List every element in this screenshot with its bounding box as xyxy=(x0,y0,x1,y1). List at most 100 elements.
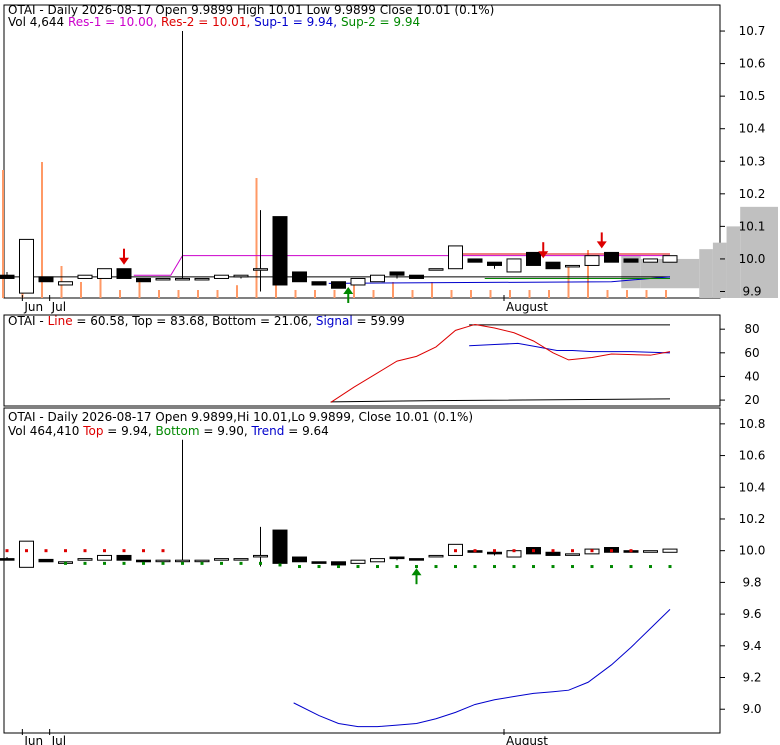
x-tick-label: Jul xyxy=(51,300,66,314)
candle-body xyxy=(0,558,15,561)
candle-body xyxy=(253,268,268,271)
header-segment: Line xyxy=(48,314,73,328)
bottom-dot xyxy=(239,561,243,565)
y-tick-label: 10.0 xyxy=(739,544,766,558)
band-segment xyxy=(712,242,727,298)
candle-body xyxy=(487,551,502,555)
candle-body xyxy=(38,276,54,283)
y-tick-label: 40 xyxy=(744,369,759,383)
header-segment: Trend xyxy=(251,424,285,438)
candle-body xyxy=(214,558,229,561)
candle-body xyxy=(292,271,307,283)
header-segment: Res-2 = 10.01, xyxy=(161,15,254,29)
bottom-dot xyxy=(356,565,360,569)
top-dot xyxy=(103,549,106,553)
candle-body xyxy=(428,268,444,271)
y-tick-label: 10.4 xyxy=(739,122,766,136)
bottom-dot xyxy=(200,561,204,565)
band-segment xyxy=(640,258,700,289)
candle-body xyxy=(545,551,561,556)
bottom-dot xyxy=(376,565,379,569)
candle-body xyxy=(116,554,132,561)
candle-body xyxy=(428,554,444,558)
candle-body xyxy=(311,561,327,564)
header-segment: Vol 464,410 xyxy=(8,424,83,438)
y-tick-label: 9.0 xyxy=(742,702,761,716)
candle-body xyxy=(97,554,112,561)
top-dot xyxy=(590,549,594,553)
candle-body xyxy=(409,558,424,561)
bottom-dot xyxy=(649,565,652,569)
candle-body xyxy=(623,258,639,263)
candle-body xyxy=(19,238,34,294)
candle-body xyxy=(409,274,424,279)
top-dot xyxy=(473,549,477,553)
price-header-levels: Vol 4,644 Res-1 = 10.00, Res-2 = 10.01, … xyxy=(8,15,420,29)
bottom-dot xyxy=(103,561,106,565)
header-segment: = 9.64 xyxy=(284,424,328,438)
y-tick-label: 9.4 xyxy=(742,639,761,653)
candle-body xyxy=(214,274,229,279)
candle-body xyxy=(233,558,249,561)
y-tick-label: 10.2 xyxy=(739,512,766,526)
candle-body xyxy=(350,559,366,564)
top-dot xyxy=(25,549,28,553)
candle-body xyxy=(643,258,658,263)
candle-body xyxy=(467,258,483,263)
candle-body xyxy=(526,251,541,266)
bottom-dot xyxy=(610,565,613,569)
candle-body xyxy=(311,281,327,286)
y-tick-label: 10.6 xyxy=(739,57,766,71)
header-segment: Vol 4,644 xyxy=(8,15,68,29)
bottom-dot xyxy=(259,561,262,565)
top-dot xyxy=(610,549,613,553)
top-dot xyxy=(83,549,87,553)
candle-body xyxy=(370,558,385,563)
candle-body xyxy=(136,559,151,563)
trend-y-axis: 10.8 10.6 10.4 10.2 10.0 9.8 9.6 9.4 9.2 9.0 xyxy=(720,417,765,716)
candle-body xyxy=(19,540,34,568)
y-tick-label: 9.8 xyxy=(742,575,761,589)
bottom-dot xyxy=(122,561,126,565)
x-tick-label: August xyxy=(506,300,548,314)
header-segment: = 59.99 xyxy=(353,314,405,328)
y-tick-label: 10.7 xyxy=(739,24,766,38)
header-segment: Signal xyxy=(316,314,353,328)
candle-body xyxy=(194,559,210,563)
candle-body xyxy=(136,277,151,283)
top-dot xyxy=(493,549,496,553)
candle-body xyxy=(233,274,249,278)
candle-body xyxy=(38,558,54,563)
bottom-dot xyxy=(493,565,496,569)
candle-body xyxy=(97,268,112,279)
y-tick-label: 10.3 xyxy=(739,154,766,168)
top-dot xyxy=(551,549,555,553)
candle-body xyxy=(545,261,561,270)
x-tick-label: Jul xyxy=(51,734,66,745)
candle-body xyxy=(0,274,15,279)
bottom-dot xyxy=(220,561,223,565)
bottom-dot xyxy=(551,565,555,569)
candle-body xyxy=(116,268,132,279)
bottom-dot xyxy=(590,565,594,569)
top-dot xyxy=(512,549,516,553)
top-dot xyxy=(5,549,9,553)
candle-body xyxy=(662,548,678,553)
header-segment: Top xyxy=(82,424,103,438)
y-tick-label: 10.8 xyxy=(739,417,766,431)
bottom-dot xyxy=(337,565,340,569)
candle-body xyxy=(292,556,307,563)
header-segment: OTAI - xyxy=(8,314,48,328)
candle-body xyxy=(253,554,268,558)
bottom-dot xyxy=(317,565,321,569)
candle-body xyxy=(448,245,463,270)
candle-body xyxy=(565,264,580,268)
candle-body xyxy=(662,255,678,263)
bottom-dot xyxy=(512,565,516,569)
top-dot xyxy=(64,549,67,553)
candle-body xyxy=(155,559,171,563)
oscillator-panel: 80 60 40 20 OTAI - Line = 60.58, Top = 83.6… xyxy=(3,314,760,407)
top-dot xyxy=(161,549,165,553)
bottom-dot xyxy=(64,561,67,565)
top-dot xyxy=(629,549,633,553)
